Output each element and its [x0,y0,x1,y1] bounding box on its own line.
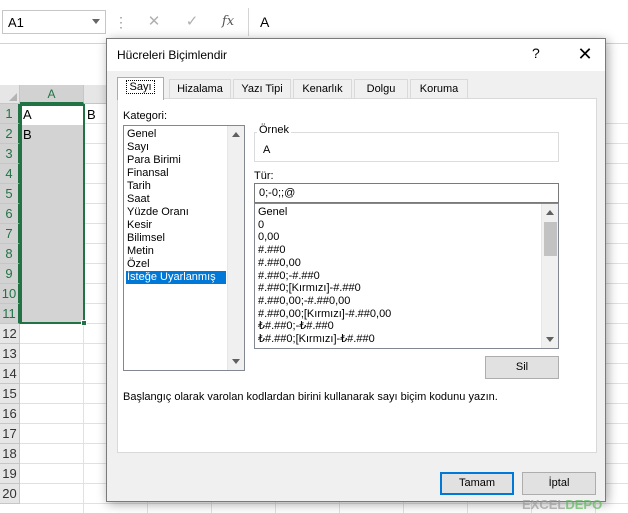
row-header[interactable]: 5 [0,184,20,204]
watermark-part1: EXCEL [522,497,566,512]
category-scrollbar[interactable] [227,126,244,370]
watermark-logo: EXCELDEPO [522,497,602,512]
format-scrollbar[interactable] [541,204,558,348]
sample-label: Örnek [257,124,291,136]
cancel-button[interactable]: İptal [522,472,596,495]
cancel-icon[interactable]: ✕ [144,12,164,32]
drag-handle-icon[interactable]: ⋮ [114,15,128,29]
row-header[interactable]: 19 [0,464,20,484]
select-all-corner[interactable] [0,85,20,104]
tab-number[interactable]: Sayı [117,77,164,100]
cell-a2[interactable]: B [23,127,32,142]
format-code-item[interactable]: ₺#.##0;[Kırmızı]-₺#.##0 [257,333,537,346]
formula-input[interactable]: A [260,14,269,30]
category-item[interactable]: İsteğe Uyarlanmış [126,271,226,284]
format-code-item[interactable]: ₺#.##0;-₺#.##0 [257,320,537,333]
row-header[interactable]: 4 [0,164,20,184]
dialog-titlebar[interactable]: Hücreleri Biçimlendir ? ✕ [107,39,605,71]
column-header-b[interactable] [84,85,108,104]
format-cells-dialog: Hücreleri Biçimlendir ? ✕ Sayı Hizalama … [106,38,606,502]
format-code-item[interactable]: #.##0,00 [257,257,537,270]
format-code-item[interactable]: 0 [257,219,537,232]
category-list[interactable]: Genel Sayı Para Birimi Finansal Tarih Saat Yüz… [123,125,245,371]
close-icon[interactable]: ✕ [573,43,597,65]
row-header[interactable]: 12 [0,324,20,344]
name-box[interactable]: A1 [2,10,106,34]
scroll-up-icon[interactable] [546,210,554,215]
format-code-list[interactable]: Genel 0 0,00 #.##0 #.##0,00 #.##0;-#.##0 #.##0… [254,203,559,349]
category-item[interactable]: Kesir [126,219,226,232]
tab-protection[interactable]: Koruma [410,79,468,99]
type-label: Tür: [254,170,274,182]
row-header[interactable]: 14 [0,364,20,384]
sample-value: A [263,144,271,156]
cell-a1[interactable]: A [23,107,32,122]
row-header[interactable]: 15 [0,384,20,404]
format-code-item[interactable]: #.##0,00;[Kırmızı]-#.##0,00 [257,308,537,321]
category-item[interactable]: Sayı [126,141,226,154]
category-label: Kategori: [123,110,168,122]
row-header[interactable]: 13 [0,344,20,364]
format-code-item[interactable]: #.##0;[Kırmızı]-#.##0 [257,282,537,295]
tab-font[interactable]: Yazı Tipi [233,79,291,99]
format-code-item[interactable]: #.##0;-#.##0 [257,270,537,283]
category-item[interactable]: Bilimsel [126,232,226,245]
number-tab-panel: Kategori: Genel Sayı Para Birimi Finansal Ta… [117,98,597,453]
category-item[interactable]: Finansal [126,167,226,180]
row-header[interactable]: 8 [0,244,20,264]
delete-button[interactable]: Sil [485,356,559,379]
category-item[interactable]: Genel [126,128,226,141]
tab-alignment[interactable]: Hizalama [169,79,231,99]
format-description: Başlangıç olarak varolan kodlardan birin… [123,391,498,403]
category-item[interactable]: Saat [126,193,226,206]
row-header[interactable]: 2 [0,124,20,144]
dialog-title: Hücreleri Biçimlendir [117,48,228,62]
row-header[interactable]: 10 [0,284,20,304]
format-code-item[interactable]: Genel [257,206,537,219]
scroll-down-icon[interactable] [232,359,240,364]
category-item[interactable]: Özel [126,258,226,271]
sample-group [254,132,559,162]
cell-b1[interactable]: B [87,107,96,122]
row-header[interactable]: 18 [0,444,20,464]
tab-number-label: Sayı [126,80,155,94]
fill-handle[interactable] [81,320,87,326]
tab-fill[interactable]: Dolgu [354,79,408,99]
ok-button[interactable]: Tamam [440,472,514,495]
format-code-item[interactable]: #.##0,00;-#.##0,00 [257,295,537,308]
column-header-a[interactable]: A [20,85,84,104]
row-header[interactable]: 20 [0,484,20,504]
category-item[interactable]: Metin [126,245,226,258]
row-header[interactable]: 7 [0,224,20,244]
category-item[interactable]: Tarih [126,180,226,193]
row-header[interactable]: 3 [0,144,20,164]
type-input[interactable]: 0;-0;;@ [254,183,559,203]
insert-function-icon[interactable]: fx [218,12,238,32]
enter-icon[interactable]: ✓ [182,12,202,32]
row-header[interactable]: 11 [0,304,20,324]
row-header[interactable]: 17 [0,424,20,444]
category-item[interactable]: Yüzde Oranı [126,206,226,219]
select-all-icon [9,93,17,101]
scroll-up-icon[interactable] [232,132,240,137]
format-code-item[interactable]: #.##0 [257,244,537,257]
chevron-down-icon[interactable] [92,19,100,24]
scroll-down-icon[interactable] [546,337,554,342]
scroll-thumb[interactable] [544,222,557,256]
row-header[interactable]: 16 [0,404,20,424]
row-header[interactable]: 1 [0,104,20,124]
watermark-part2: DEPO [565,497,603,512]
tab-border[interactable]: Kenarlık [293,79,352,99]
row-header[interactable]: 9 [0,264,20,284]
formula-divider [248,8,249,36]
row-header[interactable]: 6 [0,204,20,224]
format-code-item[interactable]: 0,00 [257,231,537,244]
category-item[interactable]: Para Birimi [126,154,226,167]
name-box-value: A1 [8,15,24,30]
help-icon[interactable]: ? [532,45,540,61]
